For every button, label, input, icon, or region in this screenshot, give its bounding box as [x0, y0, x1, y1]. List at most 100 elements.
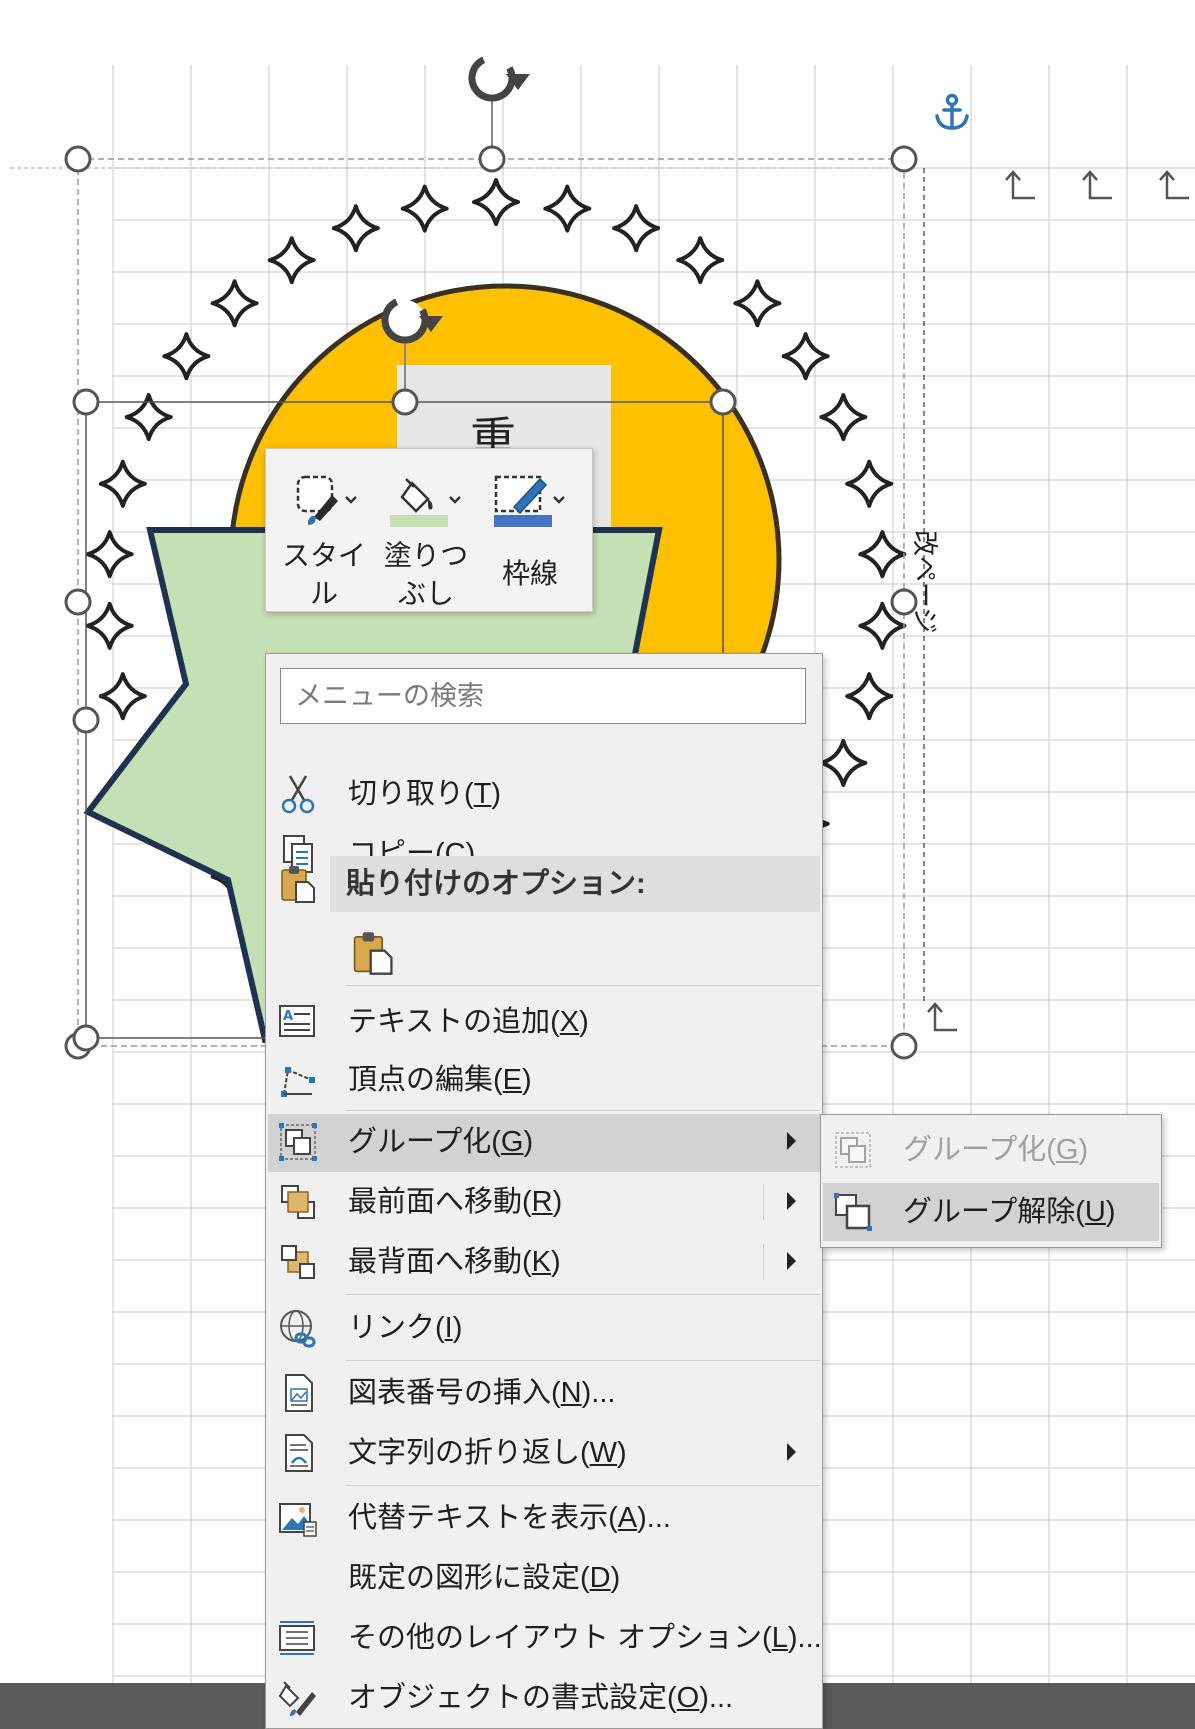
- menu-item-layout-options[interactable]: その他のレイアウト オプション(L)...: [268, 1610, 822, 1666]
- alt-text-icon: [279, 1503, 317, 1537]
- menu-item-label: テキストの追加(X): [348, 1006, 589, 1038]
- paragraph-marks: [927, 170, 1189, 1032]
- menu-item-group[interactable]: グループ化(G): [268, 1114, 822, 1172]
- paste-options-header: 貼り付けのオプション:: [330, 856, 820, 912]
- ungroup-icon: [834, 1193, 872, 1231]
- menu-item-bring-to-front[interactable]: 最前面へ移動(R): [268, 1174, 822, 1230]
- diamond-mark: [85, 601, 134, 650]
- resize-handle: [890, 145, 918, 173]
- menu-item-edit-points[interactable]: 頂点の編集(E): [268, 1052, 822, 1108]
- format-object-icon: [278, 1681, 316, 1716]
- link-icon: [280, 1310, 316, 1348]
- svg-text:A: A: [283, 1009, 293, 1024]
- diamond-mark: [819, 393, 868, 442]
- diamond-mark: [858, 530, 907, 579]
- menu-item-label: 切り取り(T): [348, 778, 502, 810]
- submenu-item-label: グループ化(G): [903, 1134, 1089, 1166]
- resize-handle: [391, 388, 419, 416]
- diamond-mark: [612, 204, 661, 253]
- submenu-arrow-icon[interactable]: [787, 1192, 796, 1210]
- submenu-item-ungroup[interactable]: グループ解除(U): [823, 1183, 1159, 1241]
- paste-options-icon-cell: [268, 856, 328, 912]
- diamond-mark: [85, 530, 134, 579]
- return-mark-icon: [1159, 170, 1189, 200]
- mini-toolbar: スタイル 塗りつ ぶし 枠線: [265, 448, 593, 612]
- menu-item-alt-text[interactable]: 代替テキストを表示(A)...: [268, 1490, 822, 1546]
- resize-handle: [64, 145, 92, 173]
- rotate-handle-outer[interactable]: [465, 51, 530, 106]
- pen-outline-icon: [494, 475, 565, 527]
- diamond-mark: [331, 204, 380, 253]
- resize-handle: [72, 388, 100, 416]
- anchor-icon: [935, 93, 969, 130]
- menu-item-label: 図表番号の挿入(N)...: [348, 1377, 616, 1409]
- diamond-mark: [733, 279, 782, 328]
- outline-label: 枠線: [501, 558, 558, 589]
- menu-item-label: 最背面へ移動(K): [348, 1246, 561, 1278]
- paste-options-label: 貼り付けのオプション:: [346, 868, 646, 900]
- diamond-mark: [267, 236, 316, 285]
- insert-caption-icon: [285, 1374, 313, 1412]
- menu-item-label: 既定の図形に設定(D): [348, 1562, 621, 1594]
- fill-label: 塗りつ ぶし: [383, 540, 469, 609]
- layout-options-icon: [279, 1621, 315, 1655]
- menu-item-label: 文字列の折り返し(W): [348, 1437, 627, 1469]
- resize-handle: [890, 1032, 918, 1060]
- context-menu: 切り取り(T) コピー(C) 貼り付けのオプション: A: [265, 653, 823, 1729]
- menu-item-label: その他のレイアウト オプション(L)...: [348, 1622, 822, 1654]
- resize-handle: [64, 588, 92, 616]
- diamond-mark: [676, 236, 725, 285]
- submenu-item-label: グループ解除(U): [903, 1196, 1116, 1228]
- paint-bucket-icon: [390, 478, 461, 527]
- paste-keep-source-button[interactable]: [340, 922, 400, 990]
- scissors-icon: [281, 775, 315, 814]
- return-mark-icon: [1082, 170, 1112, 200]
- send-to-back-icon: [281, 1245, 315, 1279]
- diamond-mark: [845, 459, 894, 508]
- group-icon: [835, 1132, 871, 1168]
- edit-points-icon: [281, 1067, 315, 1097]
- submenu-arrow-icon: [787, 1132, 796, 1150]
- menu-item-cut[interactable]: 切り取り(T): [268, 766, 822, 822]
- paste-icon: [353, 932, 393, 975]
- submenu-arrow-icon: [787, 1443, 796, 1461]
- menu-item-label: リンク(I): [348, 1312, 463, 1344]
- diamond-mark: [781, 332, 830, 381]
- diamond-mark: [472, 178, 520, 226]
- bring-to-front-icon: [281, 1185, 315, 1219]
- fill-button[interactable]: 塗りつ ぶし: [376, 467, 476, 609]
- shape-style-icon: [296, 475, 357, 525]
- menu-item-wrap-text[interactable]: 文字列の折り返し(W): [268, 1425, 822, 1481]
- menu-item-link[interactable]: リンク(I): [268, 1300, 822, 1356]
- diamond-mark: [845, 672, 894, 721]
- menu-item-insert-caption[interactable]: 図表番号の挿入(N)...: [268, 1365, 822, 1421]
- submenu-item-group: グループ化(G): [823, 1121, 1159, 1179]
- diamond-mark: [400, 184, 449, 233]
- menu-item-send-to-back[interactable]: 最背面へ移動(K): [268, 1234, 822, 1290]
- menu-item-add-text[interactable]: A テキストの追加(X): [268, 994, 822, 1050]
- diamond-mark: [98, 459, 147, 508]
- page-break-label: 改ページ: [909, 530, 939, 633]
- paste-icon: [281, 866, 315, 903]
- return-mark-icon: [927, 1002, 957, 1032]
- diamond-mark: [543, 184, 592, 233]
- menu-search-input[interactable]: [280, 668, 806, 724]
- menu-item-label: オブジェクトの書式設定(O)...: [348, 1682, 734, 1714]
- add-text-icon: A: [279, 1005, 315, 1037]
- resize-handle: [72, 706, 100, 734]
- menu-item-set-default-shape[interactable]: 既定の図形に設定(D): [268, 1550, 822, 1606]
- outline-button[interactable]: 枠線: [480, 467, 580, 603]
- menu-item-label: 最前面へ移動(R): [348, 1186, 563, 1218]
- resize-handle: [478, 145, 506, 173]
- style-button[interactable]: スタイル: [274, 467, 374, 609]
- menu-item-label: 代替テキストを表示(A)...: [348, 1502, 671, 1534]
- return-mark-icon: [1005, 170, 1035, 200]
- diamond-mark: [819, 738, 868, 787]
- group-submenu: グループ化(G) グループ解除(U): [820, 1114, 1162, 1248]
- menu-item-label: 頂点の編集(E): [348, 1064, 532, 1096]
- split-separator: [763, 1244, 764, 1280]
- menu-item-label: グループ化(G): [348, 1126, 534, 1158]
- split-separator: [763, 1184, 764, 1220]
- menu-item-format-object[interactable]: オブジェクトの書式設定(O)...: [268, 1670, 822, 1726]
- submenu-arrow-icon[interactable]: [787, 1252, 796, 1270]
